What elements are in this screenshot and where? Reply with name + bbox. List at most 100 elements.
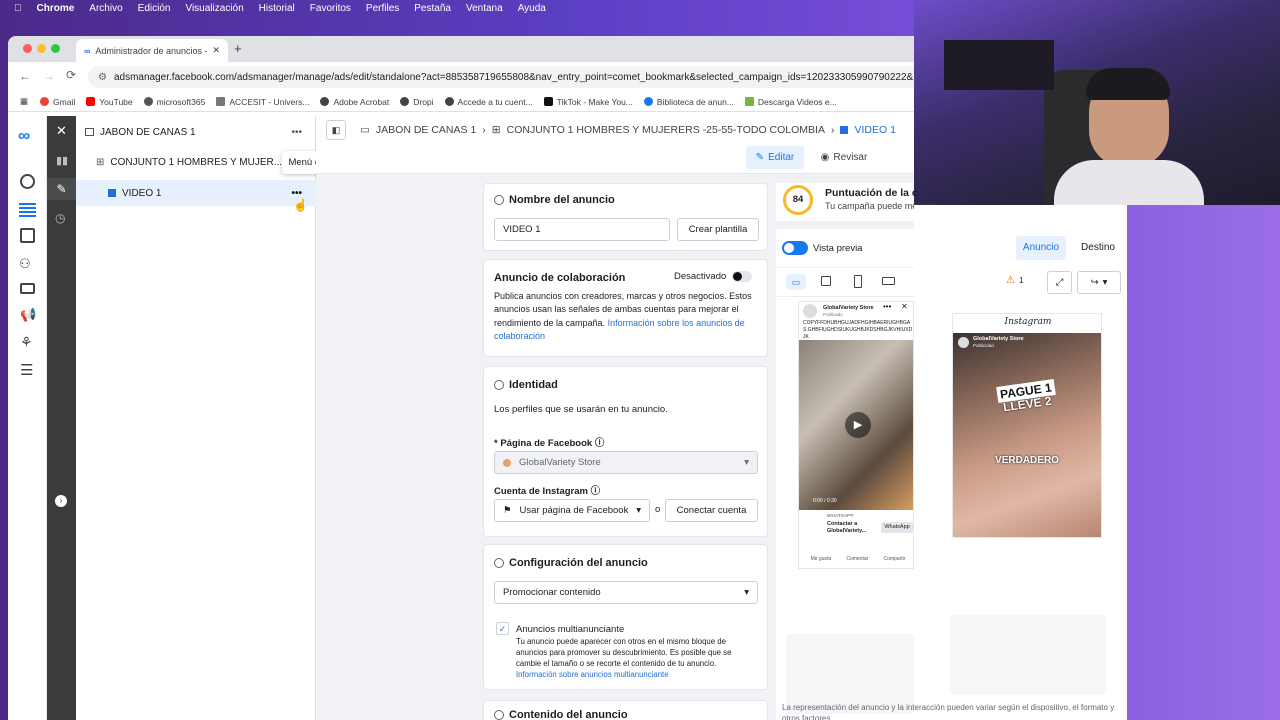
desktop-feed-icon[interactable]: ▭: [786, 274, 806, 290]
fb-close-icon[interactable]: ✕: [901, 302, 908, 311]
connect-account-button[interactable]: Conectar cuenta: [665, 499, 758, 522]
grid-icon: ⊞: [96, 156, 105, 168]
close-editor-icon[interactable]: ✕: [56, 123, 67, 139]
caret-down-icon: ▾: [744, 587, 749, 598]
billing-icon[interactable]: [20, 283, 35, 294]
ads-table-icon[interactable]: [19, 203, 36, 217]
video-time: 0:00 / 0:30: [813, 498, 837, 504]
ig-account-select[interactable]: ⚑ Usar página de Facebook ▾: [494, 499, 650, 522]
breadcrumb-ad[interactable]: VIDEO 1: [854, 124, 895, 136]
multi-checkbox[interactable]: ✓: [496, 622, 509, 635]
menu-edicion[interactable]: Edición: [138, 3, 171, 14]
bookmark-biblioteca[interactable]: Biblioteca de anun...: [643, 97, 734, 107]
tree-adset-row[interactable]: ⊞ CONJUNTO 1 HOMBRES Y MUJER...: [76, 152, 316, 172]
bookmark-microsoft365[interactable]: microsoft365: [143, 97, 205, 107]
collab-toggle[interactable]: [732, 271, 753, 282]
tab-anuncio[interactable]: Anuncio: [1016, 236, 1066, 260]
apple-icon[interactable]: : [14, 3, 22, 14]
edit-mode-button[interactable]: ✎ Editar: [746, 146, 804, 169]
multi-info-link[interactable]: Información sobre anuncios multianuncian…: [516, 670, 669, 679]
back-icon[interactable]: ←: [19, 69, 31, 83]
dashboard-icon[interactable]: [20, 174, 35, 189]
fb-actions: Me gusta Comentar Compartir: [803, 556, 913, 562]
bookmark-dropi[interactable]: Dropi: [400, 97, 434, 107]
review-mode-button[interactable]: ◉ Revisar: [814, 146, 874, 169]
share-button[interactable]: Compartir: [883, 556, 905, 562]
menu-chrome[interactable]: Chrome: [37, 3, 75, 14]
menu-ayuda[interactable]: Ayuda: [518, 3, 546, 14]
share-preview-button[interactable]: ↪ ▾: [1077, 271, 1121, 294]
breadcrumb-adset[interactable]: CONJUNTO 1 HOMBRES Y MUJERERS -25-55-TOD…: [507, 124, 825, 136]
minimize-window-button[interactable]: [37, 44, 46, 53]
menu-visualizacion[interactable]: Visualización: [185, 3, 243, 14]
new-tab-button[interactable]: +: [234, 41, 242, 56]
bookmark-accesit[interactable]: ACCESIT - Univers...: [216, 97, 309, 107]
audiences-icon[interactable]: ⚇: [19, 256, 31, 272]
collab-card: Anuncio de colaboración Desactivado Publ…: [483, 259, 768, 357]
breadcrumb-campaign[interactable]: JABON DE CANAS 1: [376, 124, 476, 136]
menu-historial[interactable]: Historial: [259, 3, 295, 14]
edit-pencil-icon[interactable]: ✎: [47, 178, 76, 200]
bookmark-youtube[interactable]: YouTube: [86, 97, 133, 107]
horizontal-format-icon[interactable]: [882, 277, 895, 285]
fb-whatsapp-button[interactable]: WhatsApp: [881, 522, 913, 533]
info-icon[interactable]: ⓘ: [595, 438, 605, 449]
bookmark-tiktok[interactable]: TikTok - Make You...: [543, 97, 633, 107]
browser-tab[interactable]: ∞ Administrador de anuncios - ✕: [76, 39, 228, 62]
menu-archivo[interactable]: Archivo: [89, 3, 122, 14]
bookmark-gmail[interactable]: Gmail: [40, 97, 75, 107]
promote-select[interactable]: Promocionar contenido ▾: [494, 581, 758, 604]
forward-icon[interactable]: →: [43, 69, 55, 83]
warning-indicator[interactable]: ⚠ 1: [1006, 275, 1023, 286]
vertical-format-icon[interactable]: [854, 275, 862, 288]
fb-page-select[interactable]: GlobalVariety Store ▾: [494, 451, 758, 474]
bookmark-descarga[interactable]: Descarga Videos e...: [744, 97, 837, 107]
menu-pestana[interactable]: Pestaña: [414, 3, 451, 14]
ad-name-input[interactable]: VIDEO 1: [494, 218, 670, 241]
close-window-button[interactable]: [23, 44, 32, 53]
tree-campaign-row[interactable]: JABON DE CANAS 1 •••: [76, 122, 316, 142]
events-icon[interactable]: ⚘: [20, 334, 33, 351]
comment-button[interactable]: Comentar: [846, 556, 868, 562]
play-icon[interactable]: ▶: [845, 412, 871, 438]
sidebar-toggle-icon[interactable]: ◧: [326, 120, 346, 140]
preview-toggle[interactable]: [782, 241, 808, 255]
menu-favoritos[interactable]: Favoritos: [310, 3, 351, 14]
create-template-button[interactable]: Crear plantilla: [677, 218, 759, 241]
action-menu-button[interactable]: •••: [291, 188, 302, 199]
meta-logo-icon[interactable]: ∞: [18, 126, 30, 146]
caret-down-icon: ▾: [636, 505, 641, 516]
globe-icon: [444, 97, 454, 106]
chart-icon[interactable]: ▮▮: [56, 154, 68, 167]
maximize-window-button[interactable]: [51, 44, 60, 53]
tree-ad-row[interactable]: VIDEO 1 •••: [76, 180, 316, 206]
expand-icon[interactable]: ›: [55, 495, 67, 507]
address-bar[interactable]: ⚙ adsmanager.facebook.com/adsmanager/man…: [88, 66, 914, 88]
menu-icon[interactable]: ☰: [20, 361, 33, 379]
expand-preview-button[interactable]: ⤢: [1047, 271, 1072, 294]
preview-footer: La representación del anuncio y la inter…: [782, 703, 1115, 720]
tab-destino[interactable]: Destino: [1074, 236, 1122, 260]
fb-video-thumbnail[interactable]: ▶ 0:00 / 0:30: [799, 340, 913, 510]
fb-page-value: GlobalVariety Store: [519, 457, 601, 468]
score-badge[interactable]: 84: [783, 185, 813, 215]
collab-desc: Publica anuncios con creadores, marcas y…: [494, 290, 759, 343]
bookmark-adobe[interactable]: Adobe Acrobat: [320, 97, 389, 107]
reports-icon[interactable]: [20, 228, 35, 243]
square-format-icon[interactable]: [821, 276, 831, 286]
tab-anuncio-label: Anuncio: [1022, 242, 1060, 253]
bookmark-accede[interactable]: Accede a tu cuent...: [444, 97, 533, 107]
menu-ventana[interactable]: Ventana: [466, 3, 503, 14]
like-button[interactable]: Me gusta: [811, 556, 832, 562]
site-settings-icon[interactable]: ⚙: [98, 72, 107, 83]
close-tab-icon[interactable]: ✕: [212, 45, 220, 56]
reload-icon[interactable]: ⟳: [66, 68, 76, 82]
info-icon[interactable]: ⓘ: [591, 486, 601, 497]
apps-icon[interactable]: ▦: [20, 96, 28, 107]
more-options-icon[interactable]: •••: [291, 127, 302, 138]
menu-perfiles[interactable]: Perfiles: [366, 3, 399, 14]
chevron-down-icon: ▾: [1102, 277, 1108, 288]
megaphone-icon[interactable]: 📢: [20, 307, 36, 323]
history-icon[interactable]: ◷: [55, 211, 65, 225]
fb-more-icon[interactable]: •••: [883, 302, 891, 311]
